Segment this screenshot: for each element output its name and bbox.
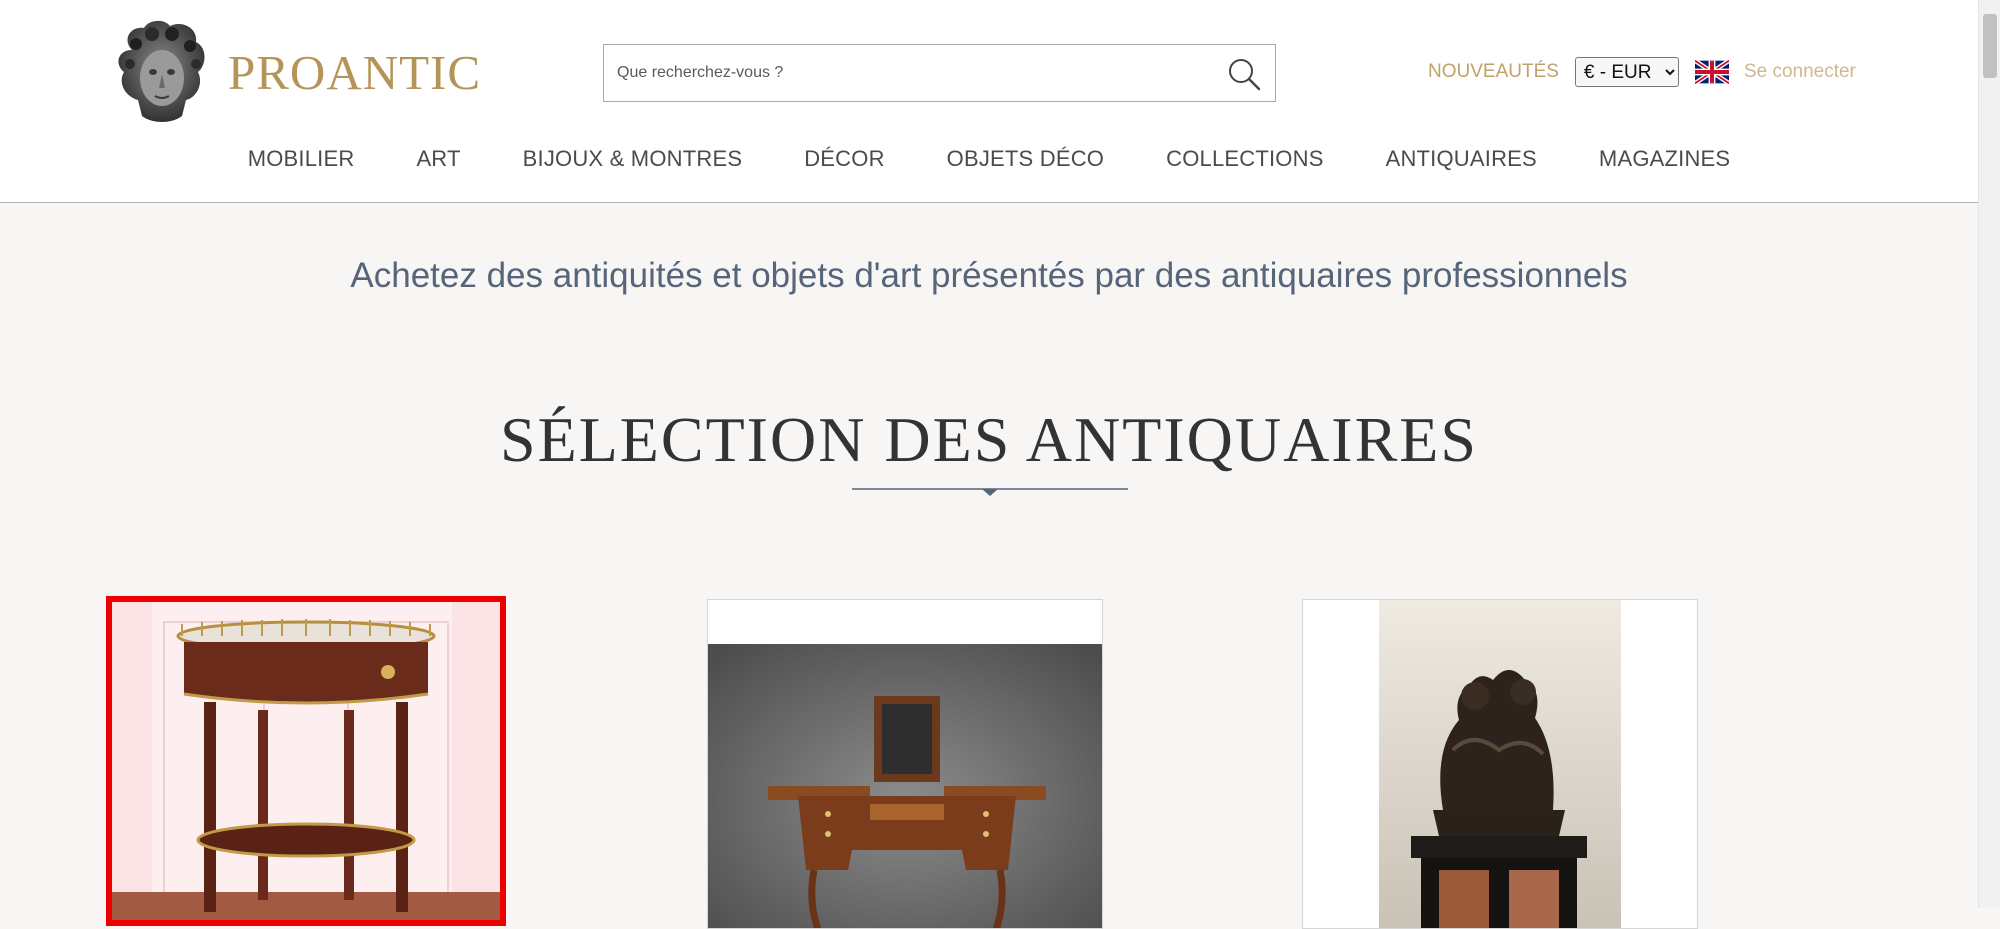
product-card-bronze-sculpture[interactable] xyxy=(1302,599,1698,929)
nav-item-magazines[interactable]: MAGAZINES xyxy=(1599,146,1730,172)
product-image-side-table xyxy=(112,602,500,920)
scrollbar-thumb[interactable] xyxy=(1983,14,1997,78)
section-divider xyxy=(852,488,1128,496)
site-header: PROANTIC NOUVEAUTÉS € - EUR Se connecter… xyxy=(0,0,1978,203)
nav-item-antiquaires[interactable]: ANTIQUAIRES xyxy=(1386,146,1537,172)
nav-item-mobilier[interactable]: MOBILIER xyxy=(248,146,355,172)
uk-flag-icon[interactable] xyxy=(1694,60,1729,84)
search-icon[interactable] xyxy=(1227,57,1261,91)
nav-item-collections[interactable]: COLLECTIONS xyxy=(1166,146,1323,172)
section-title: SÉLECTION DES ANTIQUAIRES xyxy=(500,404,1478,475)
login-link[interactable]: Se connecter xyxy=(1744,61,1856,83)
product-image-bronze-sculpture xyxy=(1303,600,1697,928)
currency-select[interactable]: € - EUR xyxy=(1574,57,1679,87)
logo-text: PROANTIC xyxy=(228,44,482,100)
tagline: Achetez des antiquités et objets d'art p… xyxy=(350,256,1628,295)
nav-item-decor[interactable]: DÉCOR xyxy=(804,146,884,172)
product-card-side-table[interactable] xyxy=(106,596,506,926)
header-actions: NOUVEAUTÉS € - EUR Se connecter xyxy=(1428,56,1856,88)
nav-item-objets-deco[interactable]: OBJETS DÉCO xyxy=(947,146,1104,172)
search-input[interactable] xyxy=(604,45,1204,101)
new-arrivals-link[interactable]: NOUVEAUTÉS xyxy=(1428,61,1559,83)
main-nav: MOBILIER ART BIJOUX & MONTRES DÉCOR OBJE… xyxy=(0,146,1978,172)
search-box xyxy=(603,44,1276,102)
nav-item-art[interactable]: ART xyxy=(416,146,460,172)
product-image-dressing-table xyxy=(708,600,1102,928)
logo-link[interactable]: PROANTIC xyxy=(112,20,481,124)
page-scrollbar[interactable] xyxy=(1978,0,2000,908)
logo-head-icon xyxy=(118,20,205,122)
nav-item-bijoux-montres[interactable]: BIJOUX & MONTRES xyxy=(523,146,743,172)
product-card-dressing-table[interactable] xyxy=(707,599,1103,929)
